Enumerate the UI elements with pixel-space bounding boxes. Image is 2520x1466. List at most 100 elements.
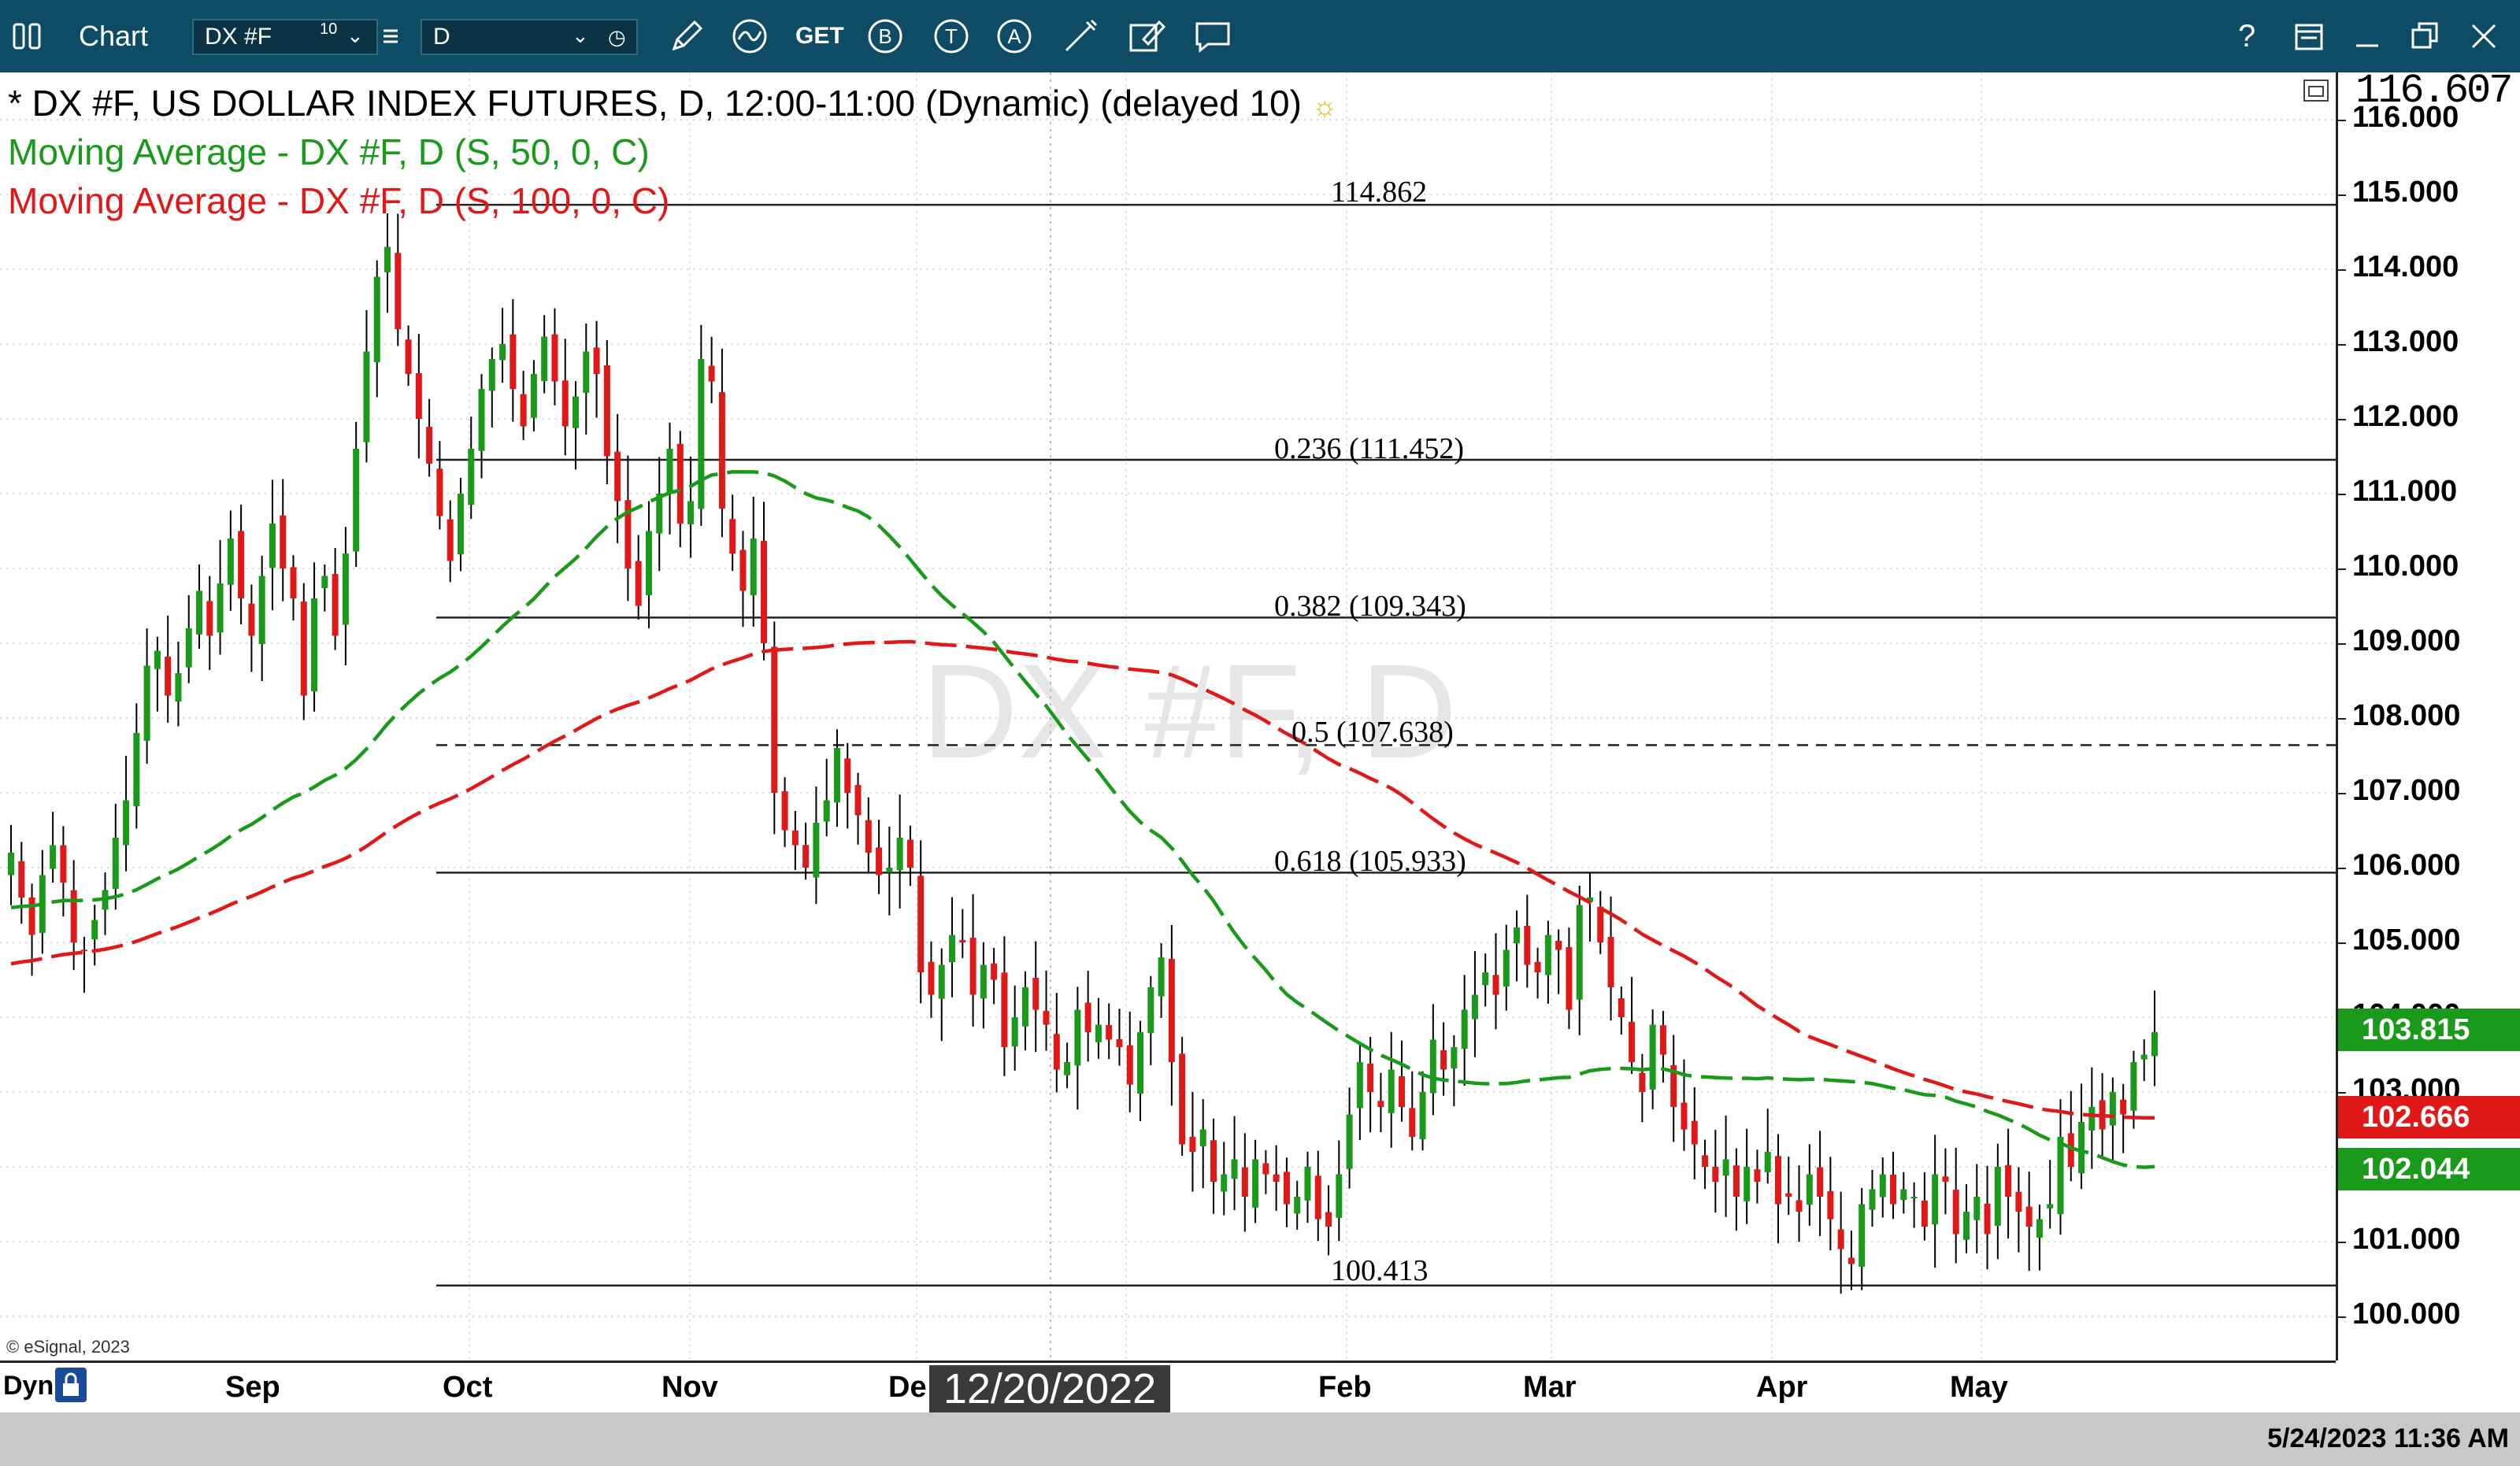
candle[interactable] xyxy=(353,421,360,568)
candle[interactable] xyxy=(1597,890,1604,954)
chart-plot-area[interactable]: DX #F, D 114.862 0.236 (111.452) 0.382 (… xyxy=(0,72,2336,1360)
candle[interactable] xyxy=(1388,1031,1395,1148)
candle[interactable] xyxy=(1294,1180,1301,1230)
candle[interactable] xyxy=(1398,1040,1405,1122)
candle[interactable] xyxy=(1942,1148,1949,1215)
candle[interactable] xyxy=(165,615,172,723)
candle[interactable] xyxy=(1869,1169,1876,1227)
candle[interactable] xyxy=(1231,1116,1238,1210)
candle[interactable] xyxy=(1566,927,1573,1030)
candle[interactable] xyxy=(1304,1151,1311,1224)
candle[interactable] xyxy=(1262,1149,1269,1194)
candle[interactable] xyxy=(1273,1145,1280,1211)
candle[interactable] xyxy=(405,325,412,387)
candle[interactable] xyxy=(991,948,998,1005)
candle[interactable] xyxy=(1774,1134,1781,1244)
candle[interactable] xyxy=(1084,971,1091,1062)
candle[interactable] xyxy=(1514,910,1521,982)
candle[interactable] xyxy=(551,308,558,405)
candle[interactable] xyxy=(384,213,391,313)
time-axis[interactable]: Dyn Sep Oct Nov De 12/20/2022 Feb Mar Ap… xyxy=(0,1360,2336,1412)
candle[interactable] xyxy=(196,564,203,649)
candle[interactable] xyxy=(227,510,234,611)
candle[interactable] xyxy=(1064,1042,1071,1089)
candle[interactable] xyxy=(1670,1035,1677,1142)
candle[interactable] xyxy=(1461,975,1468,1087)
candle[interactable] xyxy=(39,850,46,954)
candle[interactable] xyxy=(206,576,213,670)
candle[interactable] xyxy=(823,758,830,837)
candle[interactable] xyxy=(2025,1172,2033,1272)
chevron-down-icon[interactable]: ⌄ xyxy=(572,24,589,48)
candle[interactable] xyxy=(917,840,925,1004)
candle[interactable] xyxy=(854,772,862,845)
comment-icon[interactable] xyxy=(1192,16,1233,57)
candle[interactable] xyxy=(1837,1191,1844,1294)
candle[interactable] xyxy=(708,336,715,404)
candle[interactable] xyxy=(1806,1144,1813,1226)
candle[interactable] xyxy=(1158,942,1165,1018)
candle[interactable] xyxy=(1210,1118,1217,1214)
candle[interactable] xyxy=(656,457,663,572)
candle[interactable] xyxy=(813,787,820,905)
candle[interactable] xyxy=(91,905,98,966)
candle[interactable] xyxy=(833,729,840,827)
candle[interactable] xyxy=(373,260,380,398)
candle[interactable] xyxy=(530,360,537,431)
candle[interactable] xyxy=(1827,1157,1834,1251)
candle[interactable] xyxy=(1639,1053,1646,1123)
candle[interactable] xyxy=(541,315,548,394)
candle[interactable] xyxy=(1011,985,1018,1071)
candle[interactable] xyxy=(1732,1148,1740,1231)
candle[interactable] xyxy=(1555,929,1562,994)
candle[interactable] xyxy=(1744,1128,1751,1224)
candle[interactable] xyxy=(123,756,130,872)
candle[interactable] xyxy=(269,479,276,611)
candle[interactable] xyxy=(332,547,339,650)
candle[interactable] xyxy=(593,320,600,418)
symbol-input[interactable]: DX #F 10 ⌄ xyxy=(192,19,378,55)
candle[interactable] xyxy=(1994,1143,2001,1260)
candle[interactable] xyxy=(771,621,778,835)
candle[interactable] xyxy=(1336,1140,1343,1242)
candle[interactable] xyxy=(175,641,182,727)
candle[interactable] xyxy=(1074,987,1081,1110)
candle[interactable] xyxy=(1952,1147,1959,1264)
candle[interactable] xyxy=(791,810,799,870)
candle[interactable] xyxy=(1618,987,1625,1035)
candle[interactable] xyxy=(457,477,464,572)
candle[interactable] xyxy=(488,347,495,428)
candle[interactable] xyxy=(1962,1184,1970,1253)
candle[interactable] xyxy=(1534,947,1541,999)
candle[interactable] xyxy=(1900,1172,1907,1214)
candle[interactable] xyxy=(154,636,161,712)
candle[interactable] xyxy=(1482,953,1489,1007)
candle[interactable] xyxy=(1817,1131,1824,1236)
candle[interactable] xyxy=(1659,1011,1666,1083)
candle[interactable] xyxy=(635,535,642,620)
candle[interactable] xyxy=(2005,1128,2012,1238)
candle[interactable] xyxy=(802,822,810,880)
candle[interactable] xyxy=(1314,1150,1321,1242)
candle[interactable] xyxy=(718,348,725,538)
candle[interactable] xyxy=(1377,1072,1384,1133)
chevron-down-icon[interactable]: ⌄ xyxy=(346,24,364,48)
restore-icon[interactable] xyxy=(2405,16,2446,57)
candle[interactable] xyxy=(80,936,87,993)
candle[interactable] xyxy=(1847,1231,1855,1290)
candle[interactable] xyxy=(969,894,976,1027)
candle[interactable] xyxy=(1053,993,1060,1093)
candle[interactable] xyxy=(938,948,945,1042)
candle[interactable] xyxy=(1649,1009,1656,1109)
candle[interactable] xyxy=(1346,1087,1353,1189)
candle[interactable] xyxy=(2140,1039,2148,1082)
candle[interactable] xyxy=(258,555,265,682)
candle[interactable] xyxy=(1586,872,1593,942)
candle[interactable] xyxy=(1984,1165,1991,1270)
candle[interactable] xyxy=(321,564,328,612)
candle[interactable] xyxy=(1932,1135,1939,1268)
candle[interactable] xyxy=(1199,1098,1206,1189)
candle[interactable] xyxy=(300,583,307,720)
candle[interactable] xyxy=(1764,1109,1771,1184)
candle[interactable] xyxy=(1168,925,1175,1106)
